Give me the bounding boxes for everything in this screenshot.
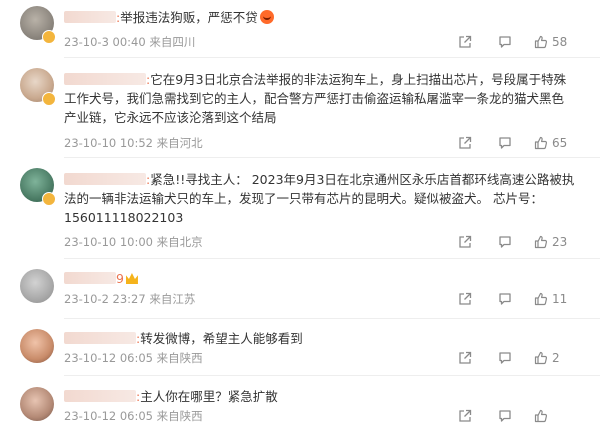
comment-location: 来自陕西 xyxy=(156,351,203,365)
comment-actions: 23 xyxy=(410,234,580,250)
comment-icon xyxy=(499,410,511,422)
share-button[interactable] xyxy=(458,135,472,151)
username[interactable] xyxy=(64,11,116,23)
like-count: 65 xyxy=(552,136,568,150)
like-count: 2 xyxy=(552,351,560,365)
share-icon xyxy=(459,409,472,422)
reply-button[interactable] xyxy=(498,291,512,307)
thumbs-up-icon xyxy=(534,351,548,365)
reply-button[interactable] xyxy=(498,408,512,424)
share-icon xyxy=(459,235,472,248)
divider xyxy=(64,318,600,319)
comment-actions: 65 xyxy=(410,135,580,151)
comment-actions: 2 xyxy=(410,350,580,366)
comment-icon xyxy=(499,36,511,48)
crown-icon xyxy=(125,273,138,284)
username[interactable] xyxy=(64,332,136,344)
like-button[interactable]: 58 xyxy=(534,34,567,50)
angry-face-icon xyxy=(259,10,274,24)
share-icon xyxy=(459,292,472,305)
share-icon xyxy=(459,35,472,48)
divider xyxy=(64,57,600,58)
reply-button[interactable] xyxy=(498,135,512,151)
reply-button[interactable] xyxy=(498,350,512,366)
share-icon xyxy=(459,136,472,149)
username[interactable] xyxy=(64,390,136,402)
thumbs-up-icon xyxy=(534,235,548,249)
divider xyxy=(64,258,600,259)
like-button[interactable]: 2 xyxy=(534,350,560,366)
comment-time: 23-10-12 06:05 xyxy=(64,409,153,423)
avatar[interactable] xyxy=(20,387,54,421)
thumbs-up-icon xyxy=(534,292,548,306)
comment-time: 23-10-2 23:27 xyxy=(64,292,146,306)
share-button[interactable] xyxy=(458,350,472,366)
share-icon xyxy=(459,351,472,364)
username[interactable] xyxy=(64,173,146,185)
comment-text: 转发微博，希望主人能够看到 xyxy=(140,331,303,346)
comment-icon xyxy=(499,352,511,364)
comment-text: 举报违法狗贩，严惩不贷 xyxy=(120,10,258,25)
comment-icon xyxy=(499,137,511,149)
comment-location: 来自北京 xyxy=(156,235,203,249)
like-button[interactable]: 11 xyxy=(534,291,567,307)
share-button[interactable] xyxy=(458,291,472,307)
comment-time: 23-10-3 00:40 xyxy=(64,35,146,49)
username-fragment: 9 xyxy=(116,271,124,286)
comment-location: 来自四川 xyxy=(149,35,196,49)
reply-button[interactable] xyxy=(498,34,512,50)
like-button[interactable] xyxy=(534,408,552,424)
username[interactable] xyxy=(64,73,146,85)
share-button[interactable] xyxy=(458,34,472,50)
comment-icon xyxy=(499,293,511,305)
comment-location: 来自陕西 xyxy=(156,409,203,423)
comment-actions: 58 xyxy=(410,34,580,50)
avatar[interactable] xyxy=(20,329,54,363)
thumbs-up-icon xyxy=(534,35,548,49)
comment-text: 主人你在哪里？紧急扩散 xyxy=(140,389,278,404)
comment-time: 23-10-10 10:52 xyxy=(64,136,153,150)
comment-location: 来自江苏 xyxy=(149,292,196,306)
comment-time: 23-10-10 10:00 xyxy=(64,235,153,249)
share-button[interactable] xyxy=(458,234,472,250)
verified-badge-icon xyxy=(42,30,56,44)
share-button[interactable] xyxy=(458,408,472,424)
verified-badge-icon xyxy=(42,192,56,206)
like-button[interactable]: 23 xyxy=(534,234,567,250)
verified-badge-icon xyxy=(42,92,56,106)
like-count: 58 xyxy=(552,35,568,49)
divider xyxy=(64,157,600,158)
comment-actions xyxy=(410,408,580,424)
like-count: 23 xyxy=(552,235,568,249)
username[interactable] xyxy=(64,272,116,284)
divider xyxy=(64,375,600,376)
like-button[interactable]: 65 xyxy=(534,135,567,151)
thumbs-up-icon xyxy=(534,136,548,150)
comment-icon xyxy=(499,236,511,248)
thumbs-up-icon xyxy=(534,409,548,423)
comment-time: 23-10-12 06:05 xyxy=(64,351,153,365)
avatar[interactable] xyxy=(20,269,54,303)
like-count: 11 xyxy=(552,292,568,306)
comment-location: 来自河北 xyxy=(156,136,203,150)
comment-actions: 11 xyxy=(410,291,580,307)
reply-button[interactable] xyxy=(498,234,512,250)
